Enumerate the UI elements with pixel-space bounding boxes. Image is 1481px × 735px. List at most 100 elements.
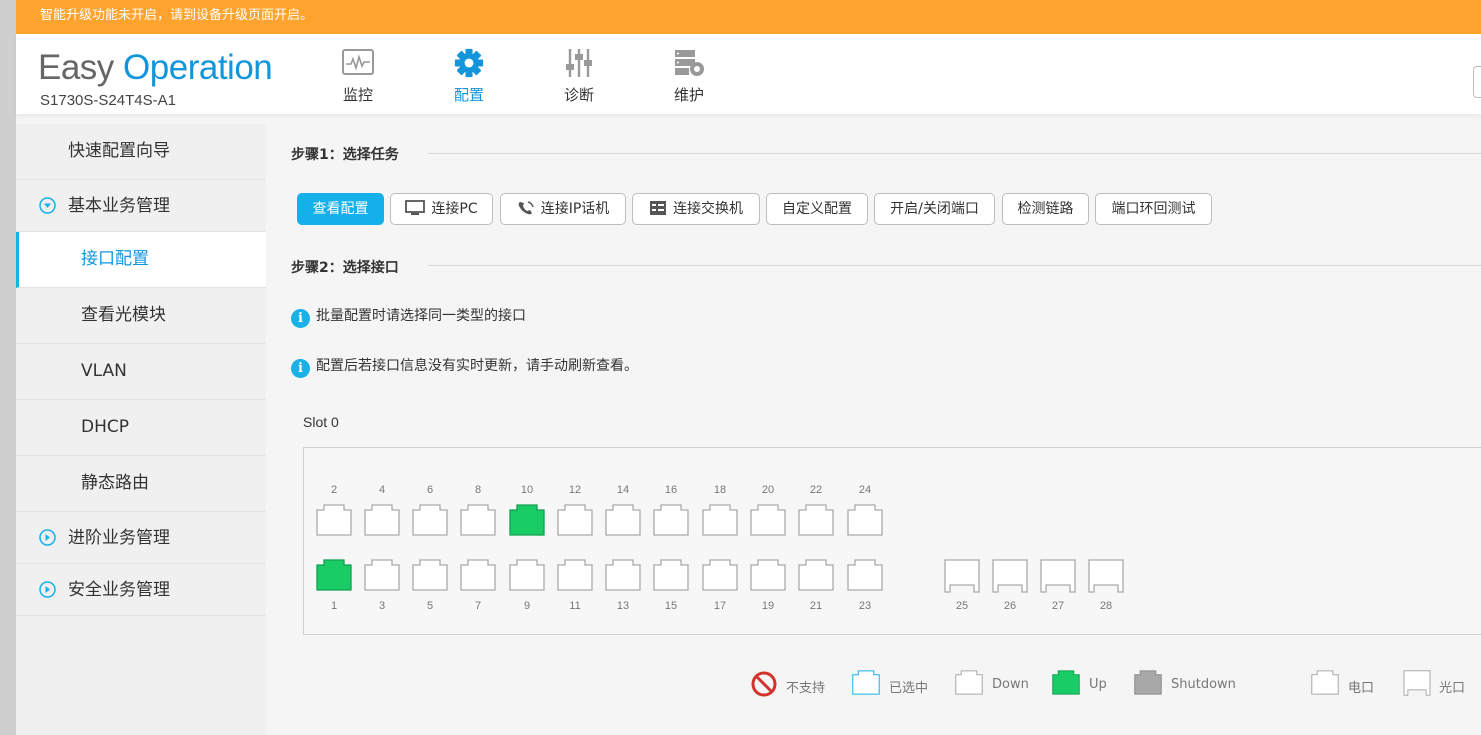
legend-label: 光口 [1439, 681, 1466, 696]
chevron-right-icon [39, 581, 56, 598]
rj45-port-icon [750, 559, 786, 591]
port-number: 3 [378, 600, 386, 612]
nav-diagnose-label: 诊断 [563, 86, 594, 104]
sidebar-item-static-route[interactable]: 静态路由 [16, 456, 266, 512]
sidebar: 快速配置向导 基本业务管理 接口配置 查看光模块 VLAN DHCP 静态路由 … [16, 124, 266, 735]
device-model: S1730S-S24T4S-A1 [40, 92, 176, 109]
nav-monitor[interactable]: 监控 [323, 48, 393, 105]
sidebar-item-quick-wizard[interactable]: 快速配置向导 [16, 124, 266, 180]
port-number: 21 [809, 600, 823, 612]
pc-icon [405, 199, 426, 215]
port-number: 13 [616, 600, 630, 612]
info-icon: i [291, 309, 310, 328]
port-21[interactable] [798, 559, 834, 595]
sidebar-item-dhcp[interactable]: DHCP [16, 400, 266, 456]
rj45-port-icon [847, 559, 883, 591]
port-24[interactable] [847, 504, 883, 540]
header-control-edge[interactable] [1473, 66, 1481, 98]
divider [428, 153, 1481, 154]
port-14[interactable] [605, 504, 641, 540]
tip-text: 配置后若接口信息没有实时更新，请手动刷新查看。 [316, 358, 638, 374]
port-6[interactable] [412, 504, 448, 540]
up-port-icon [1052, 670, 1080, 695]
task-connect-switch-button[interactable]: 连接交换机 [632, 193, 760, 225]
rj45-port-icon [364, 504, 400, 536]
port-28[interactable] [1088, 559, 1124, 597]
task-custom-config-button[interactable]: 自定义配置 [766, 193, 868, 225]
sidebar-item-label: DHCP [81, 417, 129, 437]
port-23[interactable] [847, 559, 883, 595]
port-12[interactable] [557, 504, 593, 540]
header: Easy Operation S1730S-S24T4S-A1 监控 配置 诊断… [16, 34, 1481, 114]
upgrade-notice-banner: 智能升级功能未开启，请到设备升级页面开启。 [16, 0, 1481, 34]
port-20[interactable] [750, 504, 786, 540]
port-26[interactable] [992, 559, 1028, 597]
task-loopback-test-button[interactable]: 端口环回测试 [1095, 193, 1212, 225]
button-label: 自定义配置 [782, 201, 852, 217]
port-4[interactable] [364, 504, 400, 540]
rj45-port-icon [557, 559, 593, 591]
sidebar-group-basic[interactable]: 基本业务管理 [16, 180, 266, 232]
sidebar-item-interface-config[interactable]: 接口配置 [16, 232, 266, 288]
server-gear-icon [675, 50, 704, 76]
task-toggle-port-button[interactable]: 开启/关闭端口 [874, 193, 995, 225]
port-2[interactable] [316, 504, 352, 540]
phone-icon [518, 200, 534, 214]
port-22[interactable] [798, 504, 834, 540]
task-connect-ip-phone-button[interactable]: 连接IP话机 [500, 193, 626, 225]
optical-port-icon [1403, 670, 1431, 696]
port-number: 8 [474, 484, 482, 496]
port-number: 14 [616, 484, 630, 496]
sidebar-item-optical-module[interactable]: 查看光模块 [16, 288, 266, 344]
port-17[interactable] [702, 559, 738, 595]
rj45-port-icon [557, 504, 593, 536]
port-13[interactable] [605, 559, 641, 595]
port-9[interactable] [509, 559, 545, 595]
port-3[interactable] [364, 559, 400, 595]
port-8[interactable] [460, 504, 496, 540]
nav-config[interactable]: 配置 [434, 48, 504, 105]
port-15[interactable] [653, 559, 689, 595]
rj45-port-icon [509, 504, 545, 536]
monitor-icon [342, 49, 374, 75]
task-check-link-button[interactable]: 检测链路 [1002, 193, 1089, 225]
port-number: 24 [858, 484, 872, 496]
slot-label: Slot 0 [303, 414, 339, 430]
port-1[interactable] [316, 559, 352, 595]
tip-batch-config: i 批量配置时请选择同一类型的接口 [291, 305, 526, 328]
port-19[interactable] [750, 559, 786, 595]
port-27[interactable] [1040, 559, 1076, 597]
nav-diagnose[interactable]: 诊断 [544, 48, 614, 105]
sfp-port-icon [992, 559, 1028, 593]
slot-panel: 2 4 6 8 10 12 14 16 18 20 22 24 1 3 5 7 9 11 13 15 17 19 21 23 2… [303, 447, 1481, 635]
sidebar-item-label: 快速配置向导 [68, 141, 170, 161]
port-25[interactable] [944, 559, 980, 597]
nav-maintain[interactable]: 维护 [654, 48, 724, 105]
rj45-port-icon [460, 559, 496, 591]
button-label: 端口环回测试 [1111, 201, 1196, 217]
port-number: 28 [1099, 600, 1113, 612]
task-connect-pc-button[interactable]: 连接PC [390, 193, 493, 225]
legend-label: Up [1089, 677, 1107, 692]
port-legend: 不支持 已选中 Down Up Shutdown 电口 光口 [266, 670, 1481, 700]
tip-refresh: i 配置后若接口信息没有实时更新，请手动刷新查看。 [291, 355, 638, 378]
port-number: 19 [761, 600, 775, 612]
electric-port-icon [1311, 670, 1339, 695]
port-10[interactable] [509, 504, 545, 540]
rj45-port-icon [798, 559, 834, 591]
sidebar-group-security[interactable]: 安全业务管理 [16, 564, 266, 616]
port-7[interactable] [460, 559, 496, 595]
port-11[interactable] [557, 559, 593, 595]
button-label: 连接IP话机 [540, 201, 610, 217]
task-view-config-button[interactable]: 查看配置 [297, 193, 384, 225]
port-5[interactable] [412, 559, 448, 595]
rj45-port-icon [750, 504, 786, 536]
port-number: 1 [330, 600, 338, 612]
port-16[interactable] [653, 504, 689, 540]
step1-title: 步骤1：选择任务 [291, 147, 399, 163]
sidebar-group-advanced[interactable]: 进阶业务管理 [16, 512, 266, 564]
port-18[interactable] [702, 504, 738, 540]
sidebar-item-vlan[interactable]: VLAN [16, 344, 266, 400]
nav-maintain-label: 维护 [673, 86, 704, 104]
button-label: 检测链路 [1017, 201, 1074, 217]
